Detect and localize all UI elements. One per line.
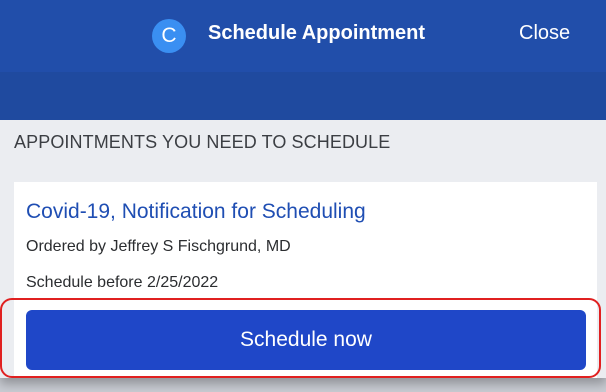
ordered-by-text: Ordered by Jeffrey S Fischgrund, MD xyxy=(26,238,291,255)
appointment-name-link[interactable]: Covid-19, Notification for Scheduling xyxy=(26,200,366,224)
schedule-before-text: Schedule before 2/25/2022 xyxy=(26,274,219,291)
header-subbar xyxy=(0,72,606,120)
app-logo-icon: C xyxy=(152,19,186,53)
app-header: C Schedule Appointment Close xyxy=(0,0,606,72)
page-title: Schedule Appointment xyxy=(208,22,426,44)
section-heading: APPOINTMENTS YOU NEED TO SCHEDULE xyxy=(14,132,391,152)
schedule-appointment-screen: C Schedule Appointment Close APPOINTMENT… xyxy=(0,0,606,378)
highlight-annotation xyxy=(0,298,601,378)
close-button[interactable]: Close xyxy=(519,22,570,45)
